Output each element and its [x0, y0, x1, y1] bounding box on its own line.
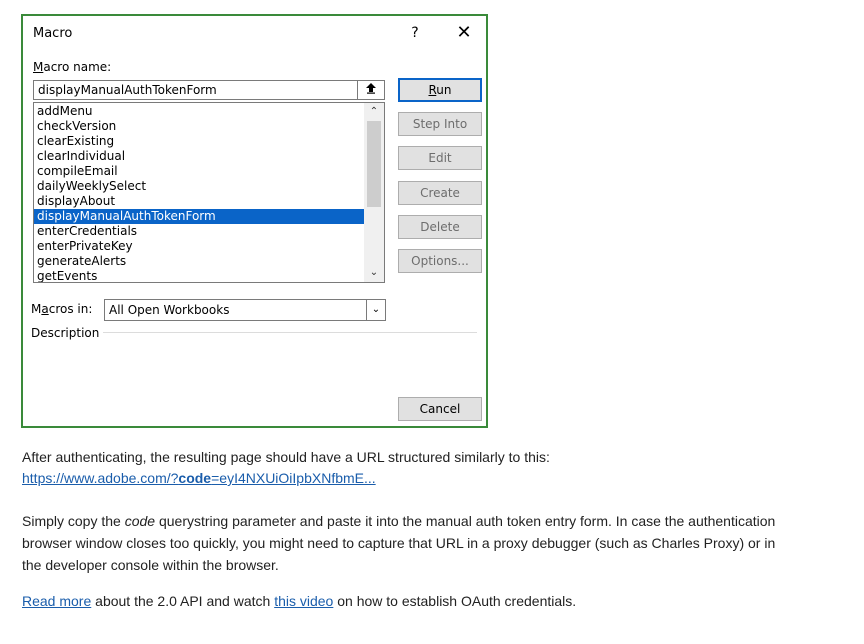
scroll-up-icon[interactable]: ⌃ [364, 105, 384, 119]
dialog-title: Macro [33, 26, 73, 41]
macro-dialog: Macro ? ✕ Macro name: displayManualAuthT… [21, 14, 488, 428]
upload-arrow-svg [366, 83, 376, 94]
help-button[interactable]: ? [405, 23, 425, 43]
list-item[interactable]: enterCredentials [34, 224, 364, 239]
list-item[interactable]: enterPrivateKey [34, 239, 364, 254]
list-item[interactable]: clearIndividual [34, 149, 364, 164]
list-item[interactable]: clearExisting [34, 134, 364, 149]
doc-paragraph-1: After authenticating, the resulting page… [22, 449, 550, 465]
description-label: Description [31, 326, 100, 340]
macros-in-select[interactable]: All Open Workbooks [104, 299, 386, 321]
p2-start: Simply copy the [22, 513, 125, 529]
list-item[interactable]: getEvents [34, 269, 364, 282]
cancel-button[interactable]: Cancel [398, 397, 482, 421]
macro-list[interactable]: addMenu checkVersion clearExisting clearInd… [33, 102, 385, 283]
p3-end: on how to establish OAuth credentials. [333, 593, 577, 609]
close-icon[interactable]: ✕ [453, 22, 475, 44]
run-button[interactable]: Run [398, 78, 482, 102]
list-item[interactable]: displayManualAuthTokenForm [34, 209, 364, 224]
macro-name-input[interactable]: displayManualAuthTokenForm [33, 80, 385, 100]
step-into-button[interactable]: Step Into [398, 112, 482, 136]
options-button[interactable]: Options... [398, 249, 482, 273]
macro-name-label: Macro name: [33, 60, 111, 74]
upload-arrow-icon[interactable] [357, 80, 385, 100]
url-part-code: code [178, 470, 212, 486]
list-scrollbar[interactable]: ⌃ ⌄ [364, 103, 384, 282]
p3-mid: about the 2.0 API and watch [91, 593, 275, 609]
macro-list-items: addMenu checkVersion clearExisting clearInd… [34, 104, 364, 282]
example-url-link[interactable]: https://www.adobe.com/?code=eyI4NXUiOiIp… [22, 470, 376, 486]
macros-in-accel: a [41, 302, 49, 316]
doc-paragraph-2-line-3: the developer console within the browser… [22, 557, 279, 573]
macro-name-label-rest: acro name: [43, 60, 112, 74]
list-item[interactable]: checkVersion [34, 119, 364, 134]
list-item[interactable]: dailyWeeklySelect [34, 179, 364, 194]
macro-name-accel: M [33, 60, 44, 74]
create-button[interactable]: Create [398, 181, 482, 205]
doc-paragraph-2-line-1: Simply copy the code querystring paramet… [22, 513, 775, 529]
scroll-thumb[interactable] [367, 121, 381, 207]
list-item[interactable]: generateAlerts [34, 254, 364, 269]
macros-in-label: Macros in: [31, 302, 92, 316]
chevron-down-icon[interactable]: ⌄ [366, 299, 386, 321]
edit-button[interactable]: Edit [398, 146, 482, 170]
doc-paragraph-2-line-2: browser window closes too quickly, you m… [22, 535, 776, 551]
macros-in-rest: cros in: [48, 302, 93, 316]
list-item[interactable]: addMenu [34, 104, 364, 119]
macros-in-prefix: M [31, 302, 42, 316]
list-item[interactable]: displayAbout [34, 194, 364, 209]
p2-code: code [124, 513, 156, 529]
example-url: https://www.adobe.com/?code=eyI4NXUiOiIp… [22, 470, 376, 486]
url-part-a: https://www.adobe.com/? [22, 470, 179, 486]
delete-button[interactable]: Delete [398, 215, 482, 239]
p2-rest: querystring parameter and paste it into … [155, 513, 776, 529]
this-video-link[interactable]: this video [274, 593, 333, 609]
description-divider [103, 332, 477, 333]
scroll-down-icon[interactable]: ⌄ [364, 266, 384, 280]
list-item[interactable]: compileEmail [34, 164, 364, 179]
run-label-rest: un [436, 83, 452, 97]
doc-paragraph-3: Read more about the 2.0 API and watch th… [22, 593, 576, 609]
read-more-link[interactable]: Read more [22, 593, 91, 609]
url-part-c: =eyI4NXUiOiIpbXNfbmE... [211, 470, 376, 486]
